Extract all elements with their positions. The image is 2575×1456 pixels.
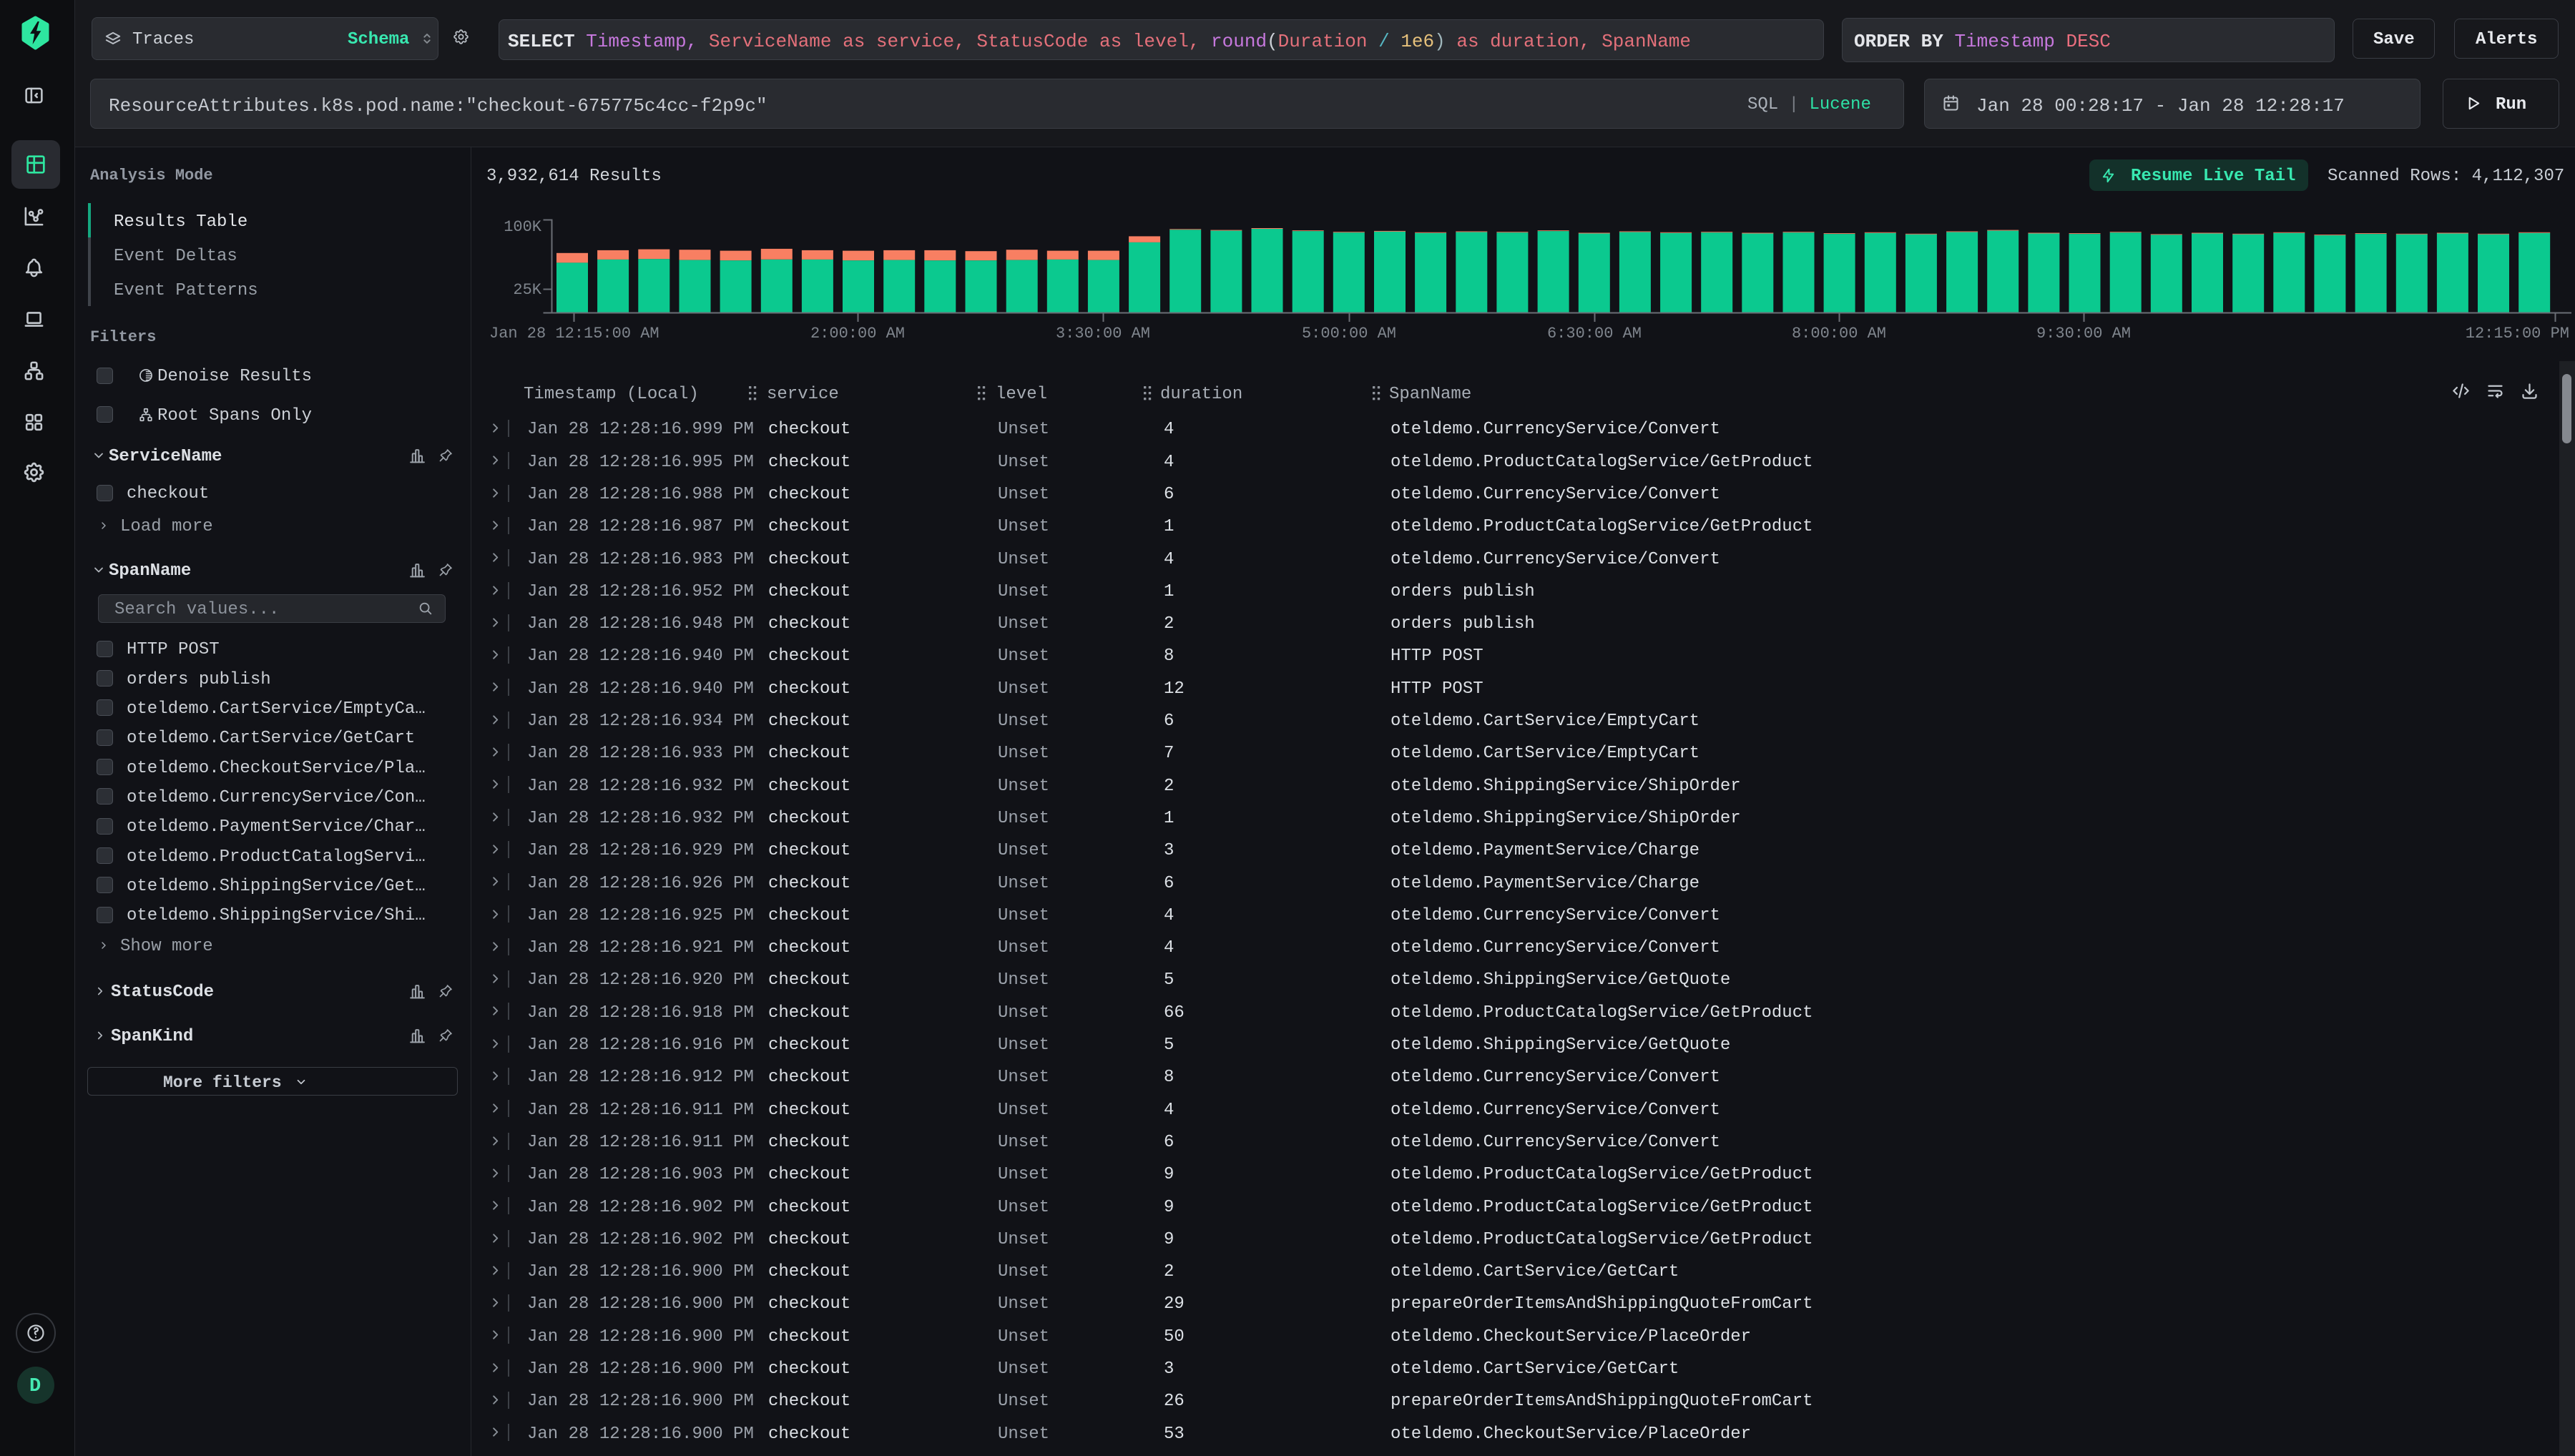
svg-text:100K: 100K — [504, 218, 542, 236]
svg-text:Jan 28 12:15:00 AM: Jan 28 12:15:00 AM — [489, 325, 659, 343]
svg-text:9:30:00 AM: 9:30:00 AM — [2036, 325, 2131, 343]
svg-text:5:00:00 AM: 5:00:00 AM — [1302, 325, 1396, 343]
svg-text:12:15:00 PM: 12:15:00 PM — [2466, 325, 2569, 343]
svg-text:8:00:00 AM: 8:00:00 AM — [1792, 325, 1886, 343]
svg-text:2:00:00 AM: 2:00:00 AM — [810, 325, 905, 343]
svg-text:25K: 25K — [513, 281, 541, 299]
svg-text:3:30:00 AM: 3:30:00 AM — [1056, 325, 1150, 343]
svg-text:6:30:00 AM: 6:30:00 AM — [1547, 325, 1642, 343]
